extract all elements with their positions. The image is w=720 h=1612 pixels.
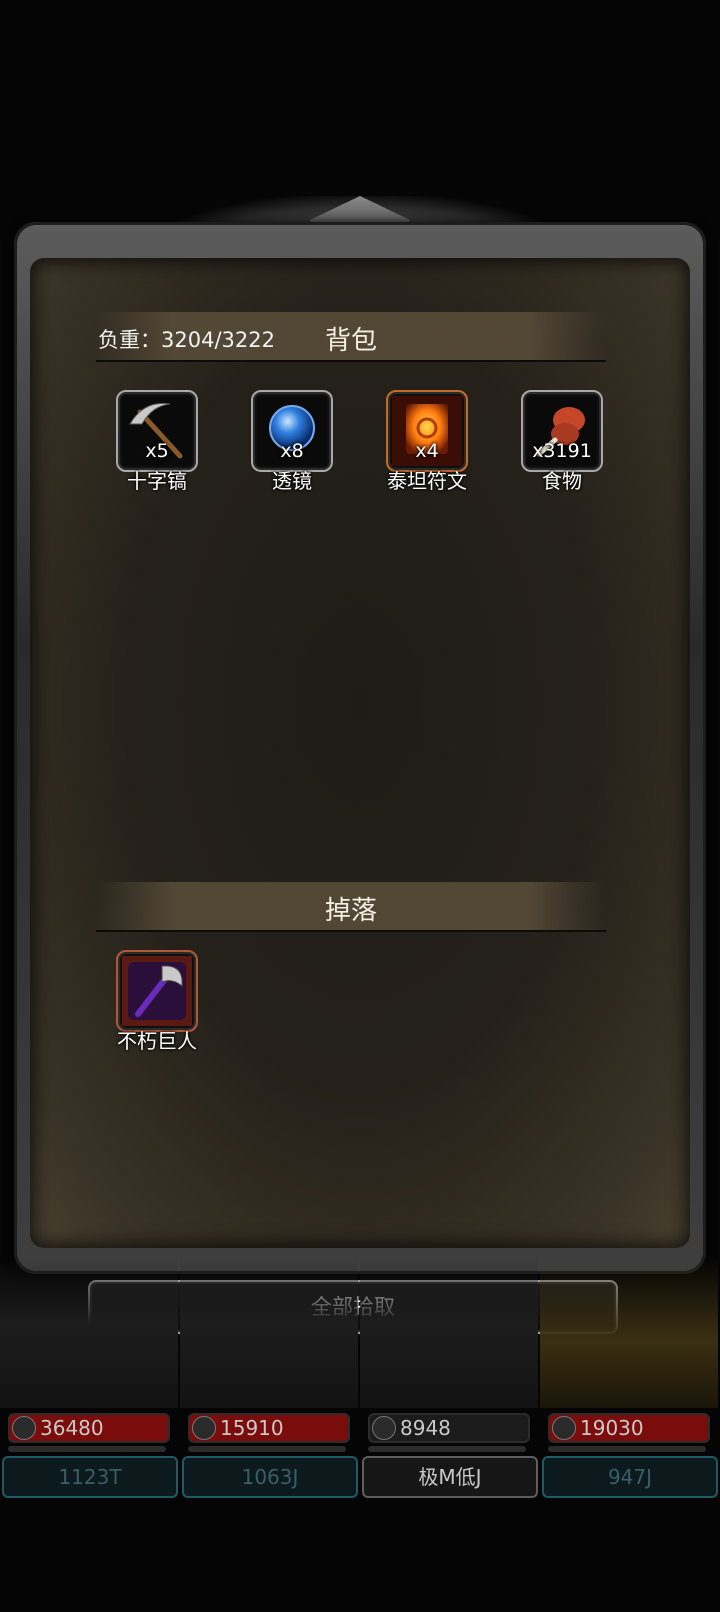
drops-header: 掉落 (96, 882, 606, 932)
hero-sub-bar (368, 1446, 526, 1452)
hero-hp-bar: 8948 (368, 1413, 530, 1443)
immortal-giant-axe-icon (122, 956, 192, 1026)
hp-icon (12, 1416, 36, 1440)
item-slot (116, 950, 198, 1032)
drops-title: 掉落 (324, 896, 377, 926)
item-count: x3191 (532, 440, 592, 462)
hero-power: 1063J (182, 1456, 358, 1498)
item-count: x8 (280, 440, 304, 462)
hero-portrait (180, 1258, 358, 1408)
hp-icon (552, 1416, 576, 1440)
hero-sub-bar (8, 1446, 166, 1452)
backpack-item-lens[interactable]: x8 透镜 (251, 390, 335, 493)
backpack-header: 负重：3204/3222 背包 (96, 312, 606, 362)
hp-icon (372, 1416, 396, 1440)
item-count: x4 (415, 440, 439, 462)
hero-portrait (540, 1258, 718, 1408)
backpack-item-pickaxe[interactable]: x5 十字镐 (116, 390, 200, 493)
hero-bar: 36480 1123T 15910 1063J 8948 极M低J 19030 … (0, 1258, 720, 1498)
backpack-item-titan-rune[interactable]: x4 泰坦符文 (386, 390, 470, 493)
hero-sub-bar (188, 1446, 346, 1452)
backpack-item-food[interactable]: x3191 食物 (521, 390, 605, 493)
hero-portrait (0, 1258, 178, 1408)
item-count: x5 (145, 440, 169, 462)
hero-power: 947J (542, 1456, 718, 1498)
hero-hp-value: 15910 (220, 1416, 284, 1440)
hero-hp-value: 36480 (40, 1416, 104, 1440)
item-name: 食物 (542, 469, 582, 493)
item-name: 不朽巨人 (117, 1029, 197, 1053)
drop-item-immortal-giant[interactable]: 不朽巨人 (116, 950, 200, 1053)
hero-hp-value: 19030 (580, 1416, 644, 1440)
hero-card[interactable]: 15910 1063J (180, 1258, 358, 1498)
hero-sub-bar (548, 1446, 706, 1452)
hero-hp-value: 8948 (400, 1416, 451, 1440)
hero-hp-bar: 36480 (8, 1413, 170, 1443)
hp-icon (192, 1416, 216, 1440)
hero-card[interactable]: 8948 极M低J (360, 1258, 538, 1498)
hero-power: 1123T (2, 1456, 178, 1498)
hero-card[interactable]: 36480 1123T (0, 1258, 178, 1498)
hero-hp-bar: 15910 (188, 1413, 350, 1443)
backpack-title: 背包 (324, 326, 377, 356)
hero-portrait (360, 1258, 538, 1408)
hero-power: 极M低J (362, 1456, 538, 1498)
hero-card[interactable]: 19030 947J (540, 1258, 718, 1498)
hero-hp-bar: 19030 (548, 1413, 710, 1443)
